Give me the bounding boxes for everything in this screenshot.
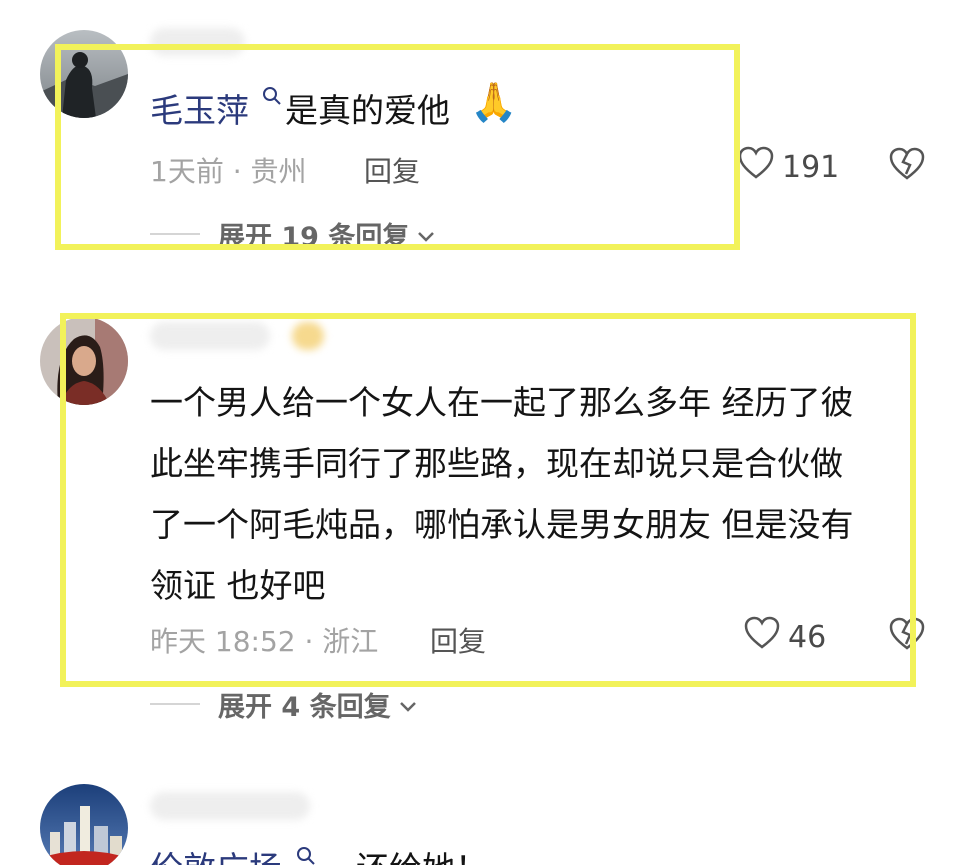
expand-replies-button[interactable]: 展开 4 条回复: [218, 685, 417, 724]
like-count: 191: [782, 149, 840, 185]
comment-text: 还给她！: [356, 842, 488, 865]
highlight-box: [60, 313, 916, 687]
divider: [150, 703, 200, 705]
chevron-down-icon: [399, 689, 417, 720]
search-icon[interactable]: [296, 846, 316, 865]
heart-icon: [738, 146, 774, 188]
author-name[interactable]: 伦敦广场: [150, 849, 282, 865]
like-button[interactable]: 191: [738, 146, 839, 188]
avatar[interactable]: [40, 784, 128, 865]
broken-heart-icon[interactable]: [888, 147, 926, 185]
blurred-username: [150, 792, 310, 820]
highlight-box: [55, 44, 740, 250]
comment-author[interactable]: 伦敦广场: [150, 842, 282, 865]
expand-replies-label: 展开 4 条回复: [218, 692, 391, 723]
comments-page: 毛玉萍 是真的爱他 🙏 1天前 · 贵州 回复 191 展开 19 条回复 一个…: [0, 0, 960, 865]
